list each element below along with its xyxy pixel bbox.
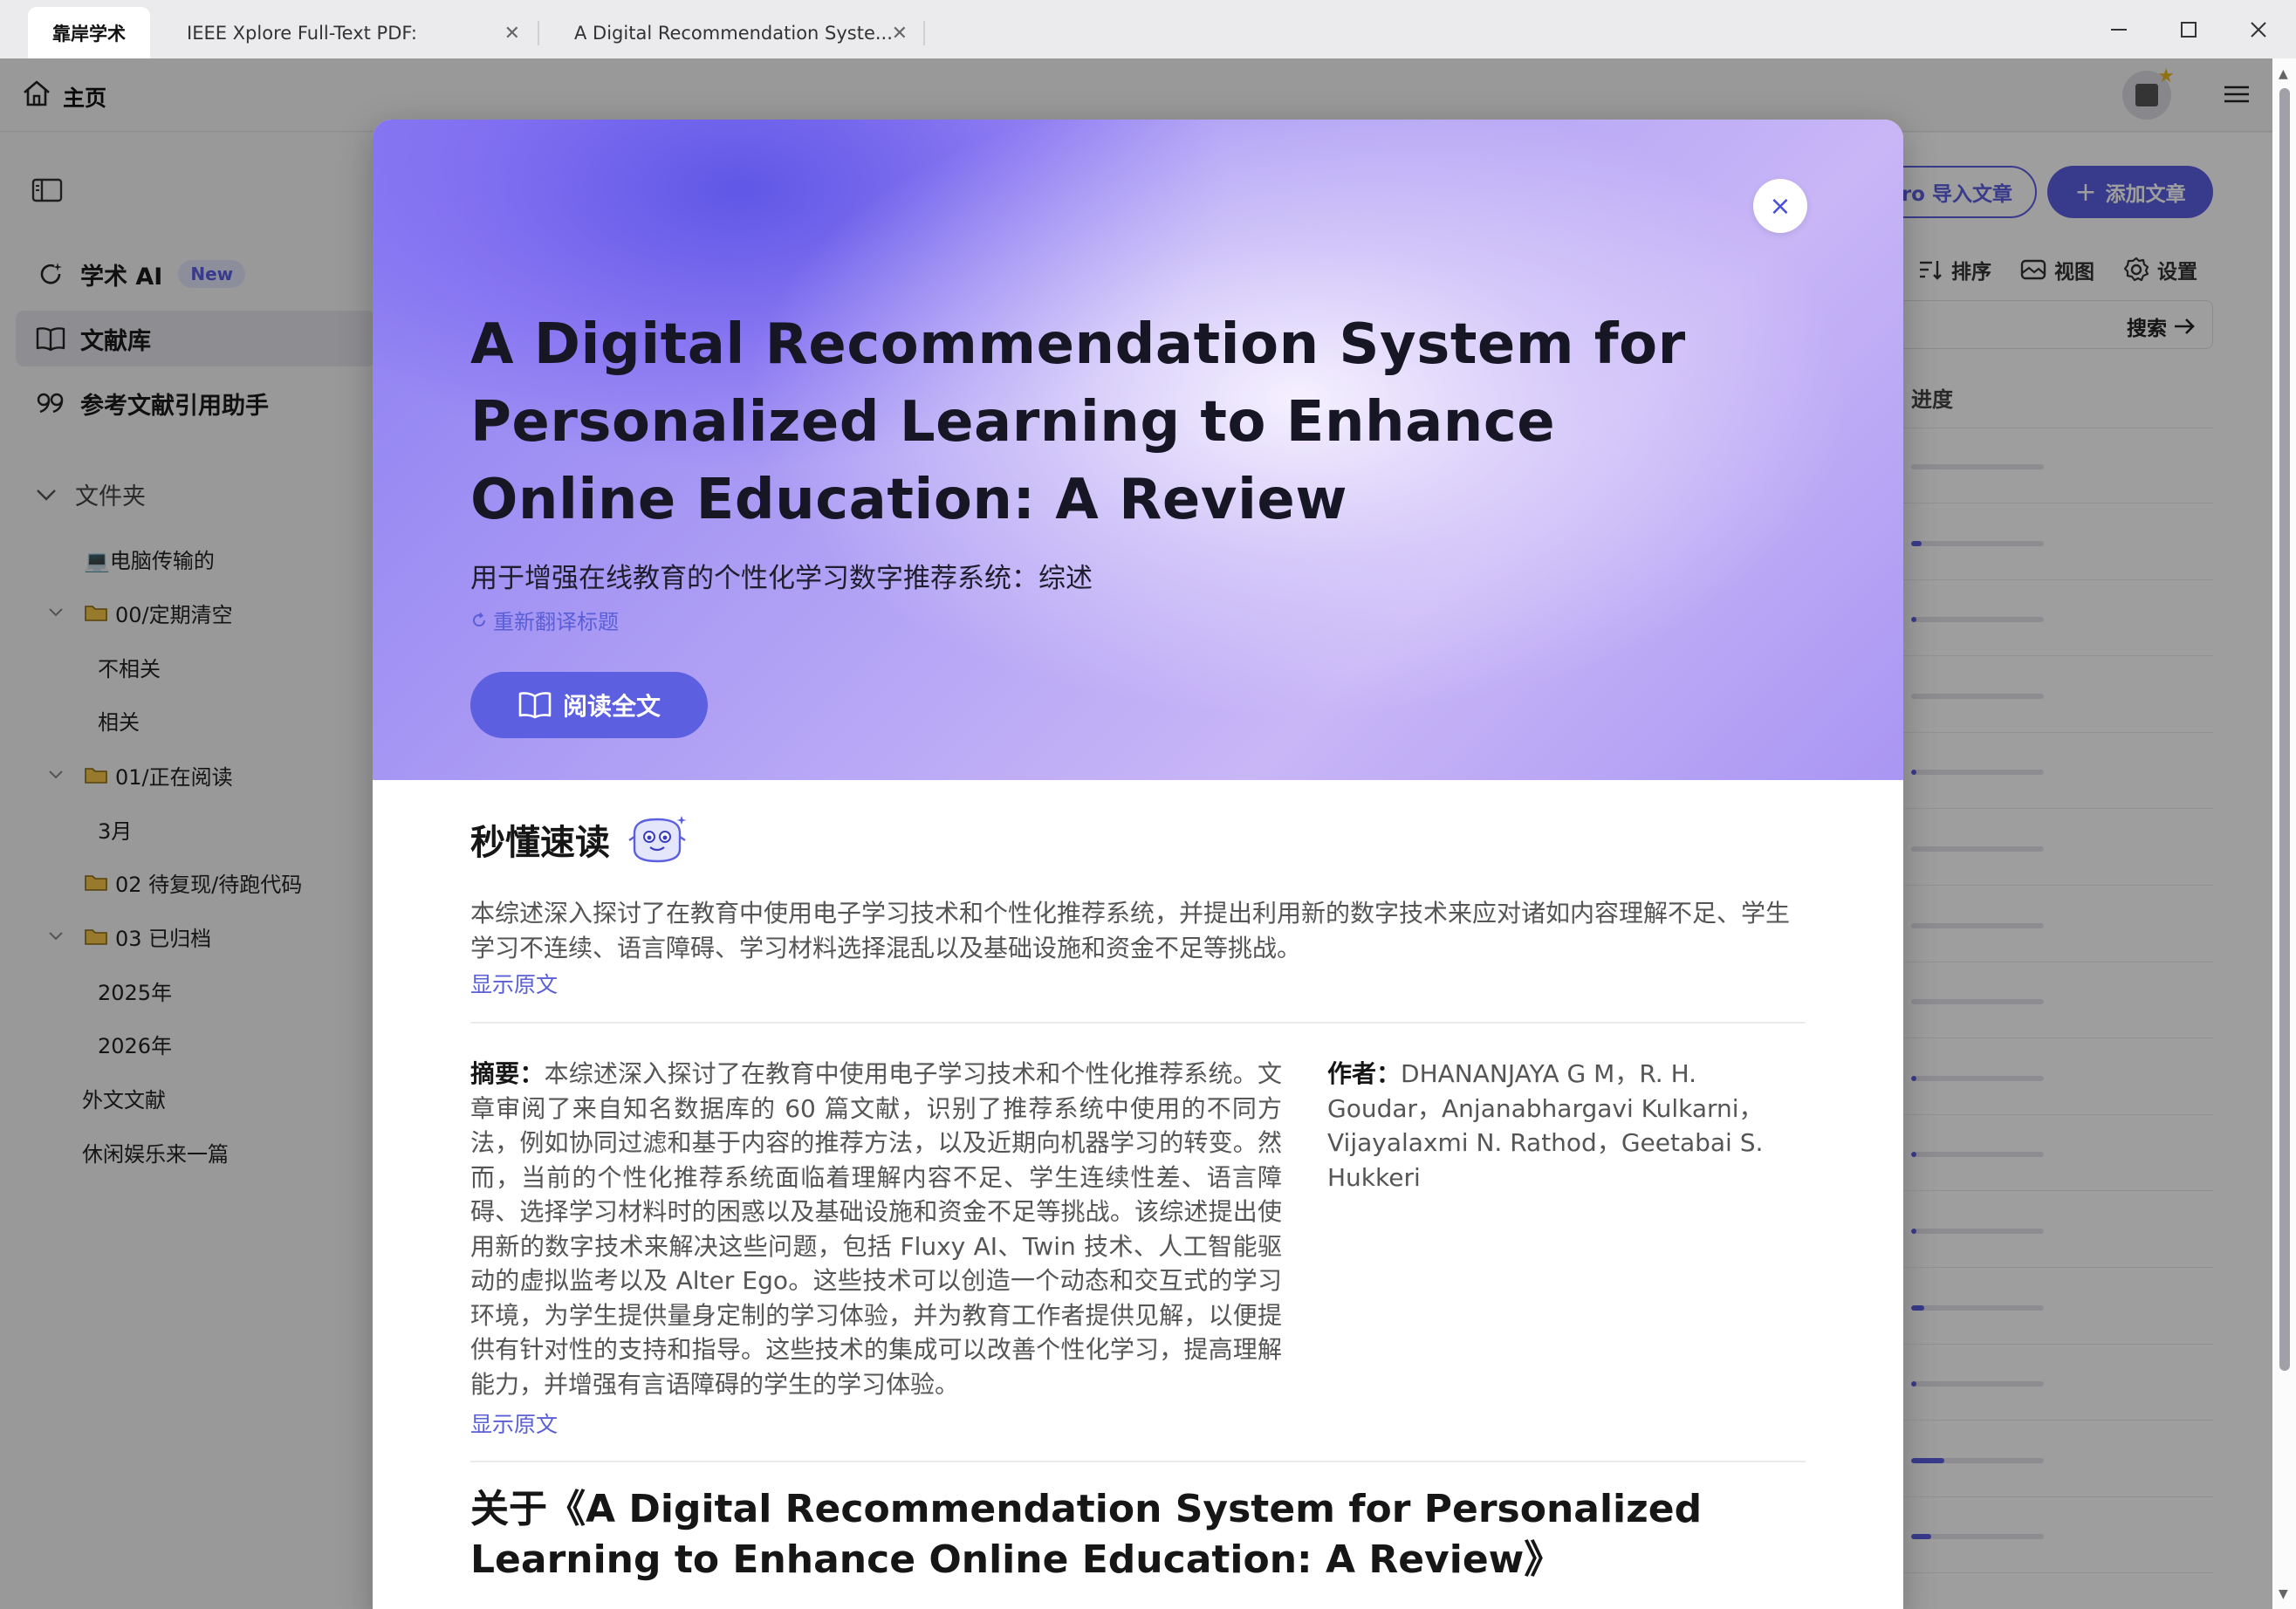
scroll-up-icon[interactable]: ▲ [2279,67,2288,81]
tab-close-icon[interactable]: ✕ [504,23,520,45]
quick-read-title: 秒懂速读 [470,823,610,863]
retranslate-label: 重新翻译标题 [493,610,619,634]
modal-close-button[interactable]: × [1753,179,1807,233]
paper-detail-modal: × A Digital Recommendation System for Pe… [373,120,1903,1609]
minimize-icon [2111,29,2127,31]
tab-close-icon[interactable]: ✕ [892,23,908,45]
abstract-block: 摘要：本综述深入探讨了在教育中使用电子学习技术和个性化推荐系统。文章审阅了来自知… [470,1057,1282,1401]
scroll-down-icon[interactable]: ▼ [2279,1587,2288,1601]
tab-label: A Digital Recommendation Syste... [574,22,893,44]
about-paper-heading: 关于《A Digital Recommendation System for P… [470,1487,1703,1582]
close-icon: × [1769,190,1792,222]
paper-title: A Digital Recommendation System for Pers… [470,312,1686,532]
retranslate-link[interactable]: 重新翻译标题 [470,605,619,635]
quick-read-heading: 秒懂速读 [470,814,689,865]
authors-label: 作者： [1327,1059,1402,1088]
tab-label: 靠岸学术 [52,23,126,45]
paper-title-translated: 用于增强在线教育的个性化学习数字推荐系统：综述 [470,563,1093,594]
section-divider [470,1022,1806,1024]
refresh-icon [473,612,485,626]
modal-hero: × A Digital Recommendation System for Pe… [373,120,1903,780]
authors-block: 作者：DHANANJAYA G M，R. H. Goudar，Anjanabha… [1327,1057,1806,1195]
scrollbar-thumb[interactable] [2279,88,2290,1371]
read-full-text-label: 阅读全文 [562,692,661,721]
tab-divider [538,21,539,45]
section-divider [470,1461,1806,1462]
open-book-icon [518,692,552,719]
robot-mascot-icon [628,816,687,863]
abstract-label: 摘要： [470,1059,545,1088]
tab-kaoan[interactable]: 靠岸学术 [28,7,150,58]
maximize-icon [2181,22,2197,38]
read-full-text-button[interactable]: 阅读全文 [470,672,708,738]
maximize-button[interactable] [2162,10,2215,49]
scrollbar[interactable]: ▲ ▼ [2272,58,2296,1609]
show-original-link[interactable]: 显示原文 [470,1407,558,1439]
tab-paper[interactable]: A Digital Recommendation Syste... ✕ [553,7,920,58]
show-original-link[interactable]: 显示原文 [470,968,558,999]
tab-divider [923,21,925,45]
minimize-button[interactable] [2093,10,2145,49]
tab-ieee-pdf[interactable]: IEEE Xplore Full-Text PDF: ✕ [166,7,532,58]
quick-read-summary: 本综述深入探讨了在教育中使用电子学习技术和个性化推荐系统，并提出利用新的数字技术… [470,899,1791,962]
tab-label: IEEE Xplore Full-Text PDF: [187,22,417,44]
abstract-text: 本综述深入探讨了在教育中使用电子学习技术和个性化推荐系统。文章审阅了来自知名数据… [470,1059,1282,1399]
close-window-button[interactable] [2232,10,2285,49]
title-bar: 靠岸学术 IEEE Xplore Full-Text PDF: ✕ A Digi… [0,0,2296,58]
close-icon [2251,22,2266,38]
